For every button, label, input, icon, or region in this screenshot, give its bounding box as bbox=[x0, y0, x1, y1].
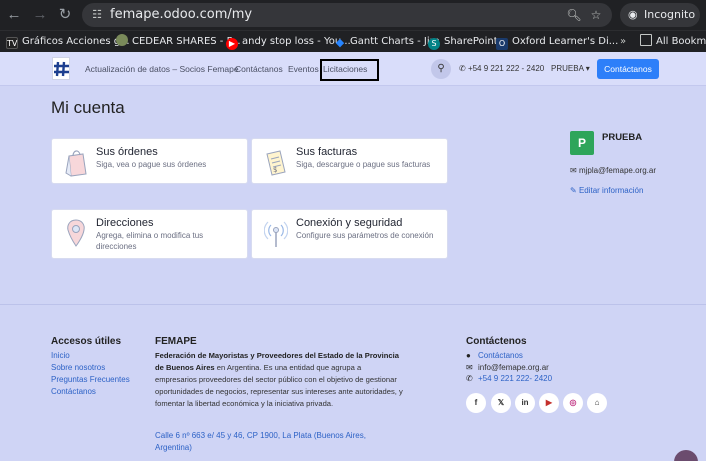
chevron-down-icon: ▾ bbox=[583, 64, 590, 73]
footer-link-contactanos[interactable]: Contáctanos bbox=[51, 387, 96, 396]
tradingview-icon: TV bbox=[6, 37, 18, 49]
incognito-icon: ◉ bbox=[628, 8, 638, 21]
bookmark-label: SharePoint bbox=[444, 36, 498, 47]
all-bookmarks-label: All Bookmark bbox=[656, 36, 706, 47]
femape-logo[interactable] bbox=[52, 57, 70, 80]
card-title: Sus órdenes bbox=[96, 146, 158, 158]
card-title: Conexión y seguridad bbox=[296, 217, 403, 229]
svg-text:$: $ bbox=[273, 166, 277, 174]
instagram-icon[interactable]: ◎ bbox=[563, 393, 583, 413]
back-icon[interactable]: ← bbox=[4, 5, 24, 25]
footer-contact-phone[interactable]: ✆ +54 9 221 222- 2420 bbox=[466, 374, 552, 383]
footer-contact-email-text: info@femape.org.ar bbox=[478, 363, 549, 372]
bookmark-item[interactable]: CEDEAR SHARES - P... bbox=[116, 31, 241, 53]
chat-icon: ● bbox=[466, 351, 471, 360]
footer-org-title: FEMAPE bbox=[155, 336, 197, 347]
footer-link-sobre-nosotros[interactable]: Sobre nosotros bbox=[51, 363, 105, 372]
address-bar[interactable]: ☷ femape.odoo.com/my 🔍︎ ☆ bbox=[82, 3, 612, 27]
avatar: P bbox=[570, 131, 594, 155]
zoom-search-icon[interactable]: 🔍︎ bbox=[566, 7, 582, 23]
card-title: Sus facturas bbox=[296, 146, 358, 158]
footer-contact-link[interactable]: ● Contáctanos bbox=[466, 351, 523, 360]
card-invoices[interactable]: $ Sus facturas Siga, descargue o pague s… bbox=[251, 138, 448, 184]
footer-address[interactable]: Calle 6 nº 663 e/ 45 y 46, CP 1900, La P… bbox=[155, 430, 395, 454]
bookmark-label: CEDEAR SHARES - P... bbox=[132, 36, 241, 47]
footer-useful-title: Accesos útiles bbox=[51, 336, 122, 347]
more-bookmarks-icon[interactable]: » bbox=[620, 31, 626, 53]
footer-org-description: Federación de Mayoristas y Proveedores d… bbox=[155, 350, 405, 410]
reload-icon[interactable]: ↻ bbox=[55, 5, 75, 25]
bookmark-item[interactable]: ◆ Gantt Charts - Jira bbox=[334, 31, 440, 53]
footer-contact-link-label: Contáctanos bbox=[478, 351, 523, 360]
page-title: Mi cuenta bbox=[51, 98, 125, 117]
card-desc: Agrega, elimina o modifica tus direccion… bbox=[96, 231, 204, 251]
bookmark-label: Gantt Charts - Jira bbox=[350, 36, 440, 47]
search-icon[interactable]: ⚲ bbox=[431, 59, 451, 79]
bookmarks-bar: TV Gráficos Acciones g... CEDEAR SHARES -… bbox=[0, 30, 706, 52]
globe-icon bbox=[116, 34, 128, 46]
envelope-icon: ✉ bbox=[466, 363, 473, 372]
jira-icon: ◆ bbox=[335, 36, 345, 49]
bookmark-item[interactable]: S SharePoint bbox=[428, 31, 498, 53]
youtube-icon: ▶ bbox=[226, 38, 238, 50]
edit-info-label: Editar información bbox=[578, 186, 644, 195]
envelope-icon: ✉ bbox=[570, 166, 579, 175]
footer-contact-email[interactable]: ✉ info@femape.org.ar bbox=[466, 363, 549, 372]
card-orders[interactable]: Sus órdenes Siga, vea o pague sus órdene… bbox=[51, 138, 248, 184]
sharepoint-icon: S bbox=[428, 38, 440, 50]
incognito-label: Incognito bbox=[644, 8, 696, 21]
home-icon[interactable]: ⌂ bbox=[587, 393, 607, 413]
header-phone[interactable]: ✆ +54 9 221 222 - 2420 bbox=[459, 52, 544, 86]
invoice-icon: $ bbox=[266, 150, 286, 176]
profile-email: ✉ mjpla@femape.org.ar bbox=[570, 166, 656, 175]
user-name: PRUEBA bbox=[551, 64, 584, 73]
user-menu[interactable]: PRUEBA ▾ bbox=[551, 52, 590, 86]
map-pin-icon bbox=[67, 219, 85, 247]
orders-bag-icon bbox=[65, 150, 87, 177]
linkedin-icon[interactable]: in bbox=[515, 393, 535, 413]
phone-icon: ✆ bbox=[459, 64, 468, 73]
phone-text: +54 9 221 222 - 2420 bbox=[467, 64, 545, 73]
card-desc: Siga, descargue o pague sus facturas bbox=[296, 160, 431, 169]
nav-actualizacion[interactable]: Actualización de datos – Socios Femape bbox=[85, 52, 239, 86]
x-icon[interactable]: 𝕏 bbox=[491, 393, 511, 413]
footer-link-faq[interactable]: Preguntas Frecuentes bbox=[51, 375, 130, 384]
site-info-icon[interactable]: ☷ bbox=[90, 8, 104, 22]
folder-icon bbox=[640, 34, 652, 46]
footer-link-inicio[interactable]: Inicio bbox=[51, 351, 70, 360]
browser-toolbar: ← → ↻ ☷ femape.odoo.com/my 🔍︎ ☆ ◉ Incogni… bbox=[0, 0, 706, 30]
incognito-badge[interactable]: ◉ Incognito bbox=[620, 3, 700, 27]
forward-icon[interactable]: → bbox=[30, 5, 50, 25]
all-bookmarks[interactable]: All Bookmark bbox=[640, 31, 706, 53]
bookmark-label: Oxford Learner's Di... bbox=[512, 36, 619, 47]
chat-bubble-icon[interactable] bbox=[674, 450, 698, 461]
footer-contact-phone-text: +54 9 221 222- 2420 bbox=[478, 374, 553, 383]
edit-info-link[interactable]: ✎ Editar información bbox=[570, 186, 643, 195]
url-text[interactable]: femape.odoo.com/my bbox=[110, 3, 252, 27]
facebook-icon[interactable]: f bbox=[466, 393, 486, 413]
bookmark-star-icon[interactable]: ☆ bbox=[588, 7, 604, 23]
footer-contact-title: Contáctenos bbox=[466, 336, 527, 347]
oxford-icon: O bbox=[496, 38, 508, 50]
bookmark-item[interactable]: TV Gráficos Acciones g... bbox=[6, 31, 130, 53]
nav-eventos[interactable]: Eventos bbox=[288, 52, 319, 86]
bookmark-item[interactable]: ▶ andy stop loss - You... bbox=[226, 31, 351, 53]
nav-contactanos[interactable]: Contáctanos bbox=[235, 52, 283, 86]
youtube-icon[interactable]: ▶ bbox=[539, 393, 559, 413]
card-title: Direcciones bbox=[96, 217, 154, 229]
card-desc: Siga, vea o pague sus órdenes bbox=[96, 160, 207, 169]
profile-name: PRUEBA bbox=[602, 132, 643, 143]
profile-email-text: mjpla@femape.org.ar bbox=[578, 166, 656, 175]
card-security[interactable]: Conexión y seguridad Configure sus parám… bbox=[251, 209, 448, 259]
highlight-annotation bbox=[320, 59, 379, 81]
footer-divider bbox=[0, 304, 706, 305]
contact-cta-button[interactable]: Contáctanos bbox=[597, 59, 659, 79]
bookmark-item[interactable]: O Oxford Learner's Di... bbox=[496, 31, 618, 53]
security-antenna-icon bbox=[264, 221, 288, 247]
bookmark-label: Gráficos Acciones g... bbox=[22, 36, 130, 47]
pencil-icon: ✎ bbox=[570, 186, 579, 195]
card-addresses[interactable]: Direcciones Agrega, elimina o modifica t… bbox=[51, 209, 248, 259]
phone-icon: ✆ bbox=[466, 374, 473, 383]
card-desc: Configure sus parámetros de conexión bbox=[296, 231, 434, 240]
